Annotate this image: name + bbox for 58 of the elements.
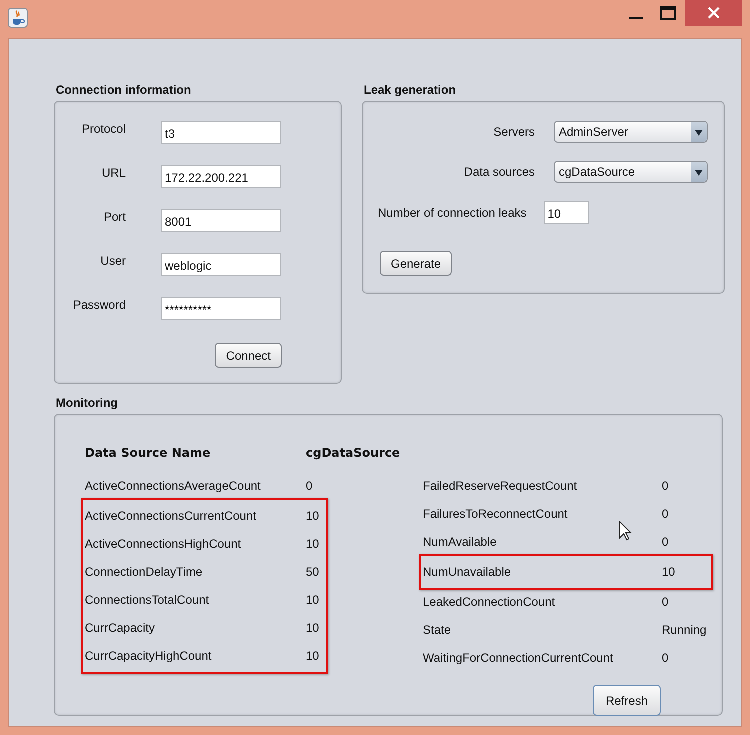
field-label: Protocol [80,121,126,136]
metric-value: 0 [662,479,670,493]
section-title: Leak generation [364,83,458,97]
metric-value: 10 [306,593,320,607]
metric-value: 50 [306,565,320,579]
metric-value: 10 [306,621,320,635]
metric-name: NumAvailable [423,535,498,549]
metric-value: Running [662,623,708,637]
field-label: Data sources [463,165,535,179]
metric-name: ActiveConnectionsHighCount [85,537,242,551]
dropdown[interactable]: cgDataSource [554,161,708,183]
metric-name: CurrCapacityHighCount [85,649,213,663]
section-title: Connection information [56,83,192,97]
field-label: User [100,253,126,268]
metric-name: LeakedConnectionCount [423,595,556,609]
input-field[interactable]: 10 [544,201,589,224]
metric-name: FailedReserveRequestCount [423,479,578,493]
close-icon [708,7,720,19]
metric-value: 10 [306,537,320,551]
metric-value: 10 [306,509,320,523]
section-title: Monitoring [56,396,119,410]
field-label: Password [72,297,126,312]
metric-value: 10 [662,565,676,579]
input-field[interactable]: t3 [161,121,281,144]
metric-name: FailuresToReconnectCount [423,507,569,521]
connect-button[interactable]: Connect [215,343,282,368]
metric-name: State [423,623,452,637]
metric-name: ActiveConnectionsAverageCount [85,479,262,493]
maximize-icon [660,6,676,20]
metric-value: 0 [662,595,670,609]
field-label: Port [102,209,126,224]
metric-value: 0 [662,535,670,549]
generate-button[interactable]: Generate [380,251,452,276]
metric-value: 0 [662,651,670,665]
metric-name: WaitingForConnectionCurrentCount [423,651,614,665]
field-label: URL [100,165,126,180]
refresh-button[interactable]: Refresh [592,685,661,716]
input-field[interactable]: 8001 [161,209,281,232]
input-field[interactable]: ********** [161,297,281,320]
close-button[interactable] [685,0,742,26]
input-field[interactable]: weblogic [161,253,281,276]
java-cup-icon [8,8,28,28]
column-header: cgDataSource [306,446,402,462]
field-label: Servers [492,125,535,139]
metric-value: 0 [306,479,314,493]
dropdown[interactable]: AdminServer [554,121,708,143]
metric-value: 0 [662,507,670,521]
column-header: Data Source Name [85,446,212,462]
metric-name: NumUnavailable [423,565,512,579]
metric-name: ConnectionDelayTime [85,565,204,579]
input-field[interactable]: 172.22.200.221 [161,165,281,188]
metric-name: ActiveConnectionsCurrentCount [85,509,258,523]
mouse-pointer-icon [619,521,633,541]
minimize-icon [629,17,643,19]
field-label: Number of connection leaks [378,206,527,220]
metric-name: ConnectionsTotalCount [85,593,210,607]
metric-name: CurrCapacity [85,621,156,635]
metric-value: 10 [306,649,320,663]
